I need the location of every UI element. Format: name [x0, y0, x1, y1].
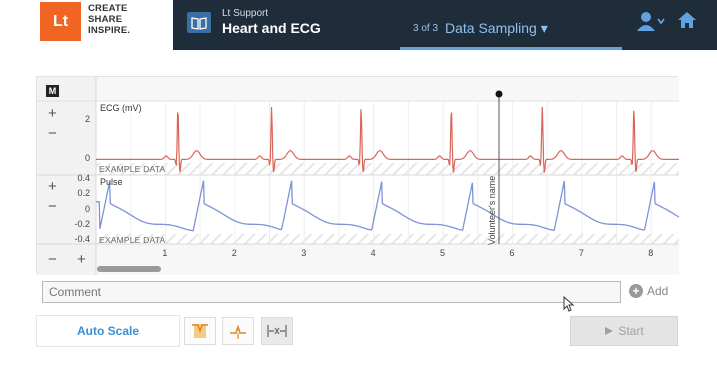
step-active-underline — [400, 47, 622, 50]
step-dropdown[interactable]: 3 of 3 Data Sampling ▾ — [400, 0, 622, 50]
ecg-y-tick: 2 — [84, 114, 90, 125]
x-tick-label: 2 — [231, 248, 237, 258]
lt-logo[interactable]: Lt — [40, 2, 81, 41]
plus-icon: + — [629, 284, 643, 298]
x-tick-label: 6 — [509, 248, 515, 258]
home-icon[interactable] — [676, 9, 698, 31]
x-tick-label: 3 — [301, 248, 307, 258]
add-comment-button[interactable]: + Add — [629, 284, 668, 298]
pulse-y-tick: -0.4 — [74, 234, 90, 245]
marker-handle[interactable] — [495, 90, 503, 98]
pulse-y-tick: 0.2 — [77, 188, 90, 199]
pulse-channel-label[interactable]: Pulse — [100, 177, 123, 187]
brand-area: Lt CREATE SHARE INSPIRE. — [0, 0, 173, 50]
ecg-zoom-in-button[interactable]: + — [48, 105, 57, 122]
pulse-example-band — [96, 234, 679, 244]
comment-input[interactable] — [43, 282, 620, 302]
tagline-line-2: SHARE — [88, 14, 123, 25]
marker-strip — [96, 77, 679, 101]
play-icon — [605, 327, 614, 335]
time-zoom-in-button[interactable]: + — [77, 251, 86, 268]
user-icon[interactable] — [637, 11, 667, 31]
compress-time-button[interactable] — [261, 317, 293, 345]
baseline-icon — [230, 324, 246, 339]
book-icon[interactable] — [187, 12, 211, 33]
time-zoom-out-button[interactable]: − — [48, 251, 57, 268]
step-count: 3 of 3 — [413, 23, 439, 34]
ecg-example-label: EXAMPLE DATA — [99, 164, 166, 174]
tagline-line-1: CREATE — [88, 3, 128, 14]
lesson-title: Heart and ECG — [222, 20, 321, 36]
x-axis-strip — [96, 244, 679, 275]
autoscale-button[interactable]: Auto Scale — [36, 315, 180, 347]
x-tick-label: 4 — [370, 248, 376, 258]
pulse-y-tick: 0 — [84, 203, 90, 214]
top-bar: Lt CREATE SHARE INSPIRE. Lt Support Hear… — [0, 0, 717, 50]
logo-tagline: CREATE SHARE INSPIRE. — [88, 3, 130, 36]
mouse-cursor-icon — [563, 296, 575, 312]
bottom-toolbar: Auto Scale Start — [36, 315, 678, 347]
start-button[interactable]: Start — [570, 316, 678, 346]
ecg-example-band — [96, 163, 679, 175]
volunteer-name-label[interactable]: Volunteer's name — [487, 176, 497, 245]
ecg-zoom-out-button[interactable]: − — [48, 125, 57, 142]
pulse-example-label: EXAMPLE DATA — [99, 235, 166, 245]
compress-icon — [267, 325, 287, 337]
scale-to-data-button[interactable] — [184, 317, 216, 345]
chart-panel: M + − + − − + ECG (mV) Pulse EXAMPLE DAT… — [36, 76, 679, 275]
pulse-plot-area — [96, 175, 679, 244]
pulse-zoom-out-button[interactable]: − — [48, 198, 57, 215]
pulse-y-tick: 0.4 — [77, 172, 90, 183]
comment-field[interactable] — [42, 281, 621, 303]
ecg-channel-label[interactable]: ECG (mV) — [100, 103, 142, 113]
ecg-y-tick: 0 — [84, 153, 90, 164]
tagline-line-3: INSPIRE. — [88, 25, 131, 36]
x-tick-label: 7 — [578, 248, 584, 258]
lesson-subtitle: Lt Support — [222, 8, 269, 19]
pulse-zoom-in-button[interactable]: + — [48, 178, 57, 195]
marker-badge[interactable]: M — [46, 85, 59, 97]
add-label: Add — [647, 284, 669, 298]
start-label: Start — [618, 324, 644, 338]
fit-height-icon — [192, 324, 208, 338]
x-tick-label: 5 — [440, 248, 446, 258]
step-name: Data Sampling ▾ — [445, 20, 548, 36]
horizontal-scrollbar[interactable] — [97, 266, 161, 272]
zero-baseline-button[interactable] — [222, 317, 254, 345]
pulse-y-tick: -0.2 — [74, 218, 90, 229]
x-tick-label: 8 — [648, 248, 654, 258]
x-tick-label: 1 — [162, 248, 168, 258]
